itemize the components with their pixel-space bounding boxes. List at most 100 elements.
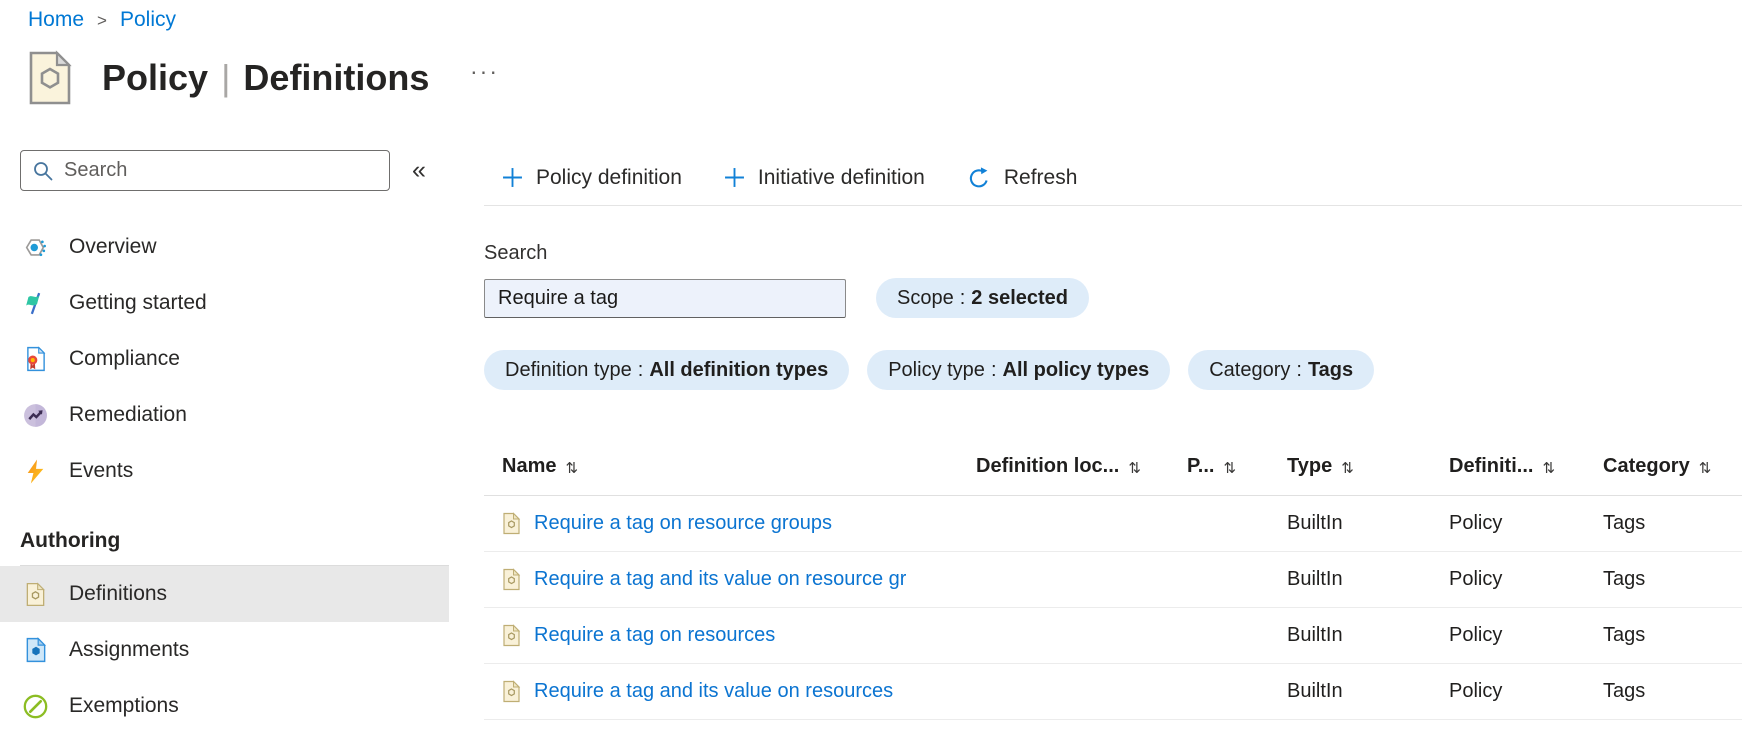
type-cell: BuiltIn <box>1287 568 1343 590</box>
table-row: Require a tag on resource groups BuiltIn… <box>484 496 1742 552</box>
category-cell: Tags <box>1603 512 1646 534</box>
column-header-definition-location[interactable]: Definition loc... ⇅ <box>976 455 1187 478</box>
column-header-definition-type[interactable]: Definiti... ⇅ <box>1449 455 1603 478</box>
definitions-icon <box>22 581 49 608</box>
sort-icon[interactable]: ⇅ <box>1699 457 1712 477</box>
policy-type-filter-pill[interactable]: Policy type : All policy types <box>867 350 1171 390</box>
column-header-category[interactable]: Category ⇅ <box>1603 455 1742 478</box>
plus-icon <box>724 167 745 188</box>
page-title-policy: Policy <box>102 57 209 98</box>
pill-separator: : <box>637 358 644 381</box>
getting-started-icon <box>22 290 49 317</box>
category-cell: Tags <box>1603 624 1646 646</box>
breadcrumb-chevron-icon: > <box>97 11 107 30</box>
column-header-type[interactable]: Type ⇅ <box>1287 455 1449 478</box>
column-label: Definition loc... <box>976 455 1120 477</box>
compliance-icon <box>22 346 49 373</box>
column-label: P... <box>1187 455 1215 477</box>
policy-definition-icon <box>502 568 521 591</box>
definition-type-cell: Policy <box>1449 512 1503 534</box>
table-row: Require a tag and its value on resource … <box>484 552 1742 608</box>
overview-icon <box>22 234 49 261</box>
pill-value: All policy types <box>1002 358 1150 381</box>
sidebar-item-compliance[interactable]: Compliance <box>0 331 449 387</box>
category-cell: Tags <box>1603 680 1646 702</box>
column-label: Category <box>1603 455 1690 477</box>
page-title: Policy | Definitions <box>102 57 429 99</box>
assignments-icon <box>22 637 49 664</box>
initiative-definition-button[interactable]: Initiative definition <box>724 166 925 190</box>
sort-icon[interactable]: ⇅ <box>1341 457 1354 477</box>
policy-definition-button[interactable]: Policy definition <box>502 166 682 190</box>
toolbar-button-label: Initiative definition <box>757 165 925 189</box>
definition-type-filter-pill[interactable]: Definition type : All definition types <box>484 350 850 390</box>
pill-separator: : <box>1296 358 1302 381</box>
definition-name-link[interactable]: Require a tag and its value on resource … <box>534 568 906 591</box>
table-body: Require a tag on resource groups BuiltIn… <box>484 496 1742 720</box>
sidebar-item-getting-started[interactable]: Getting started <box>0 275 449 331</box>
definitions-search-input[interactable] <box>484 278 846 318</box>
sidebar-item-definitions[interactable]: Definitions <box>0 566 449 622</box>
pill-label: Scope <box>897 286 954 309</box>
definition-name-link[interactable]: Require a tag on resource groups <box>534 512 832 535</box>
command-bar: Policy definition Initiative definition … <box>484 150 1742 206</box>
policy-page-icon <box>26 50 74 106</box>
page-title-separator: | <box>221 57 231 98</box>
column-label: Name <box>502 455 557 477</box>
column-header-name[interactable]: Name ⇅ <box>484 455 976 478</box>
breadcrumb-policy-link[interactable]: Policy <box>120 8 176 32</box>
search-label: Search <box>484 242 548 264</box>
collapse-sidebar-icon[interactable]: « <box>412 158 426 183</box>
sort-icon[interactable]: ⇅ <box>1542 457 1555 477</box>
sort-icon[interactable]: ⇅ <box>1128 457 1141 477</box>
sidebar-item-events[interactable]: Events <box>0 443 449 499</box>
type-cell: BuiltIn <box>1287 512 1343 534</box>
events-icon <box>22 458 49 485</box>
sidebar-item-remediation[interactable]: Remediation <box>0 387 449 443</box>
definitions-table: Name ⇅ Definition loc... ⇅ P... ⇅ Type ⇅… <box>484 438 1742 720</box>
sidebar-item-overview[interactable]: Overview <box>0 219 449 275</box>
pill-value: All definition types <box>649 358 829 381</box>
table-row: Require a tag on resources BuiltIn Polic… <box>484 608 1742 664</box>
table-header-row: Name ⇅ Definition loc... ⇅ P... ⇅ Type ⇅… <box>484 438 1742 496</box>
sidebar-item-label: Events <box>69 459 134 482</box>
page-title-definitions: Definitions <box>243 57 430 98</box>
column-label: Type <box>1287 455 1333 477</box>
plus-icon <box>502 167 523 188</box>
sidebar-item-label: Compliance <box>69 347 180 370</box>
column-label: Definiti... <box>1449 455 1534 477</box>
sort-icon[interactable]: ⇅ <box>565 457 578 477</box>
sidebar-item-label: Remediation <box>69 403 187 426</box>
sidebar-search-input[interactable] <box>64 159 378 182</box>
search-icon <box>32 160 54 182</box>
sidebar-item-label: Getting started <box>69 291 207 314</box>
sidebar-item-label: Overview <box>69 235 157 258</box>
sidebar-item-assignments[interactable]: Assignments <box>0 622 449 678</box>
definition-type-cell: Policy <box>1449 568 1503 590</box>
sidebar-searchbox[interactable] <box>20 150 390 191</box>
policy-definition-icon <box>502 680 521 703</box>
sidebar-item-exemptions[interactable]: Exemptions <box>0 678 449 734</box>
toolbar-button-label: Policy definition <box>536 165 682 189</box>
definition-name-link[interactable]: Require a tag and its value on resources <box>534 680 893 703</box>
more-options-icon[interactable]: ··· <box>470 58 499 85</box>
refresh-button[interactable]: Refresh <box>967 165 1078 190</box>
pill-label: Policy type <box>888 358 985 381</box>
category-filter-pill[interactable]: Category : Tags <box>1188 350 1375 390</box>
sidebar-section-authoring: Authoring <box>20 529 121 552</box>
sort-icon[interactable]: ⇅ <box>1223 457 1236 477</box>
sidebar-item-label: Definitions <box>69 582 168 605</box>
scope-filter-pill[interactable]: Scope : 2 selected <box>876 278 1090 318</box>
table-row: Require a tag and its value on resources… <box>484 664 1742 720</box>
pill-separator: : <box>959 286 966 309</box>
page-header: Policy | Definitions <box>26 50 429 106</box>
policy-definition-icon <box>502 624 521 647</box>
column-header-policies[interactable]: P... ⇅ <box>1187 455 1287 478</box>
definition-name-link[interactable]: Require a tag on resources <box>534 624 775 647</box>
toolbar-button-label: Refresh <box>1003 165 1078 189</box>
breadcrumb: Home > Policy <box>28 8 176 32</box>
breadcrumb-home-link[interactable]: Home <box>28 8 84 32</box>
pill-label: Category <box>1209 358 1291 381</box>
main-content: Policy definition Initiative definition … <box>484 150 1742 720</box>
definition-type-cell: Policy <box>1449 680 1503 702</box>
